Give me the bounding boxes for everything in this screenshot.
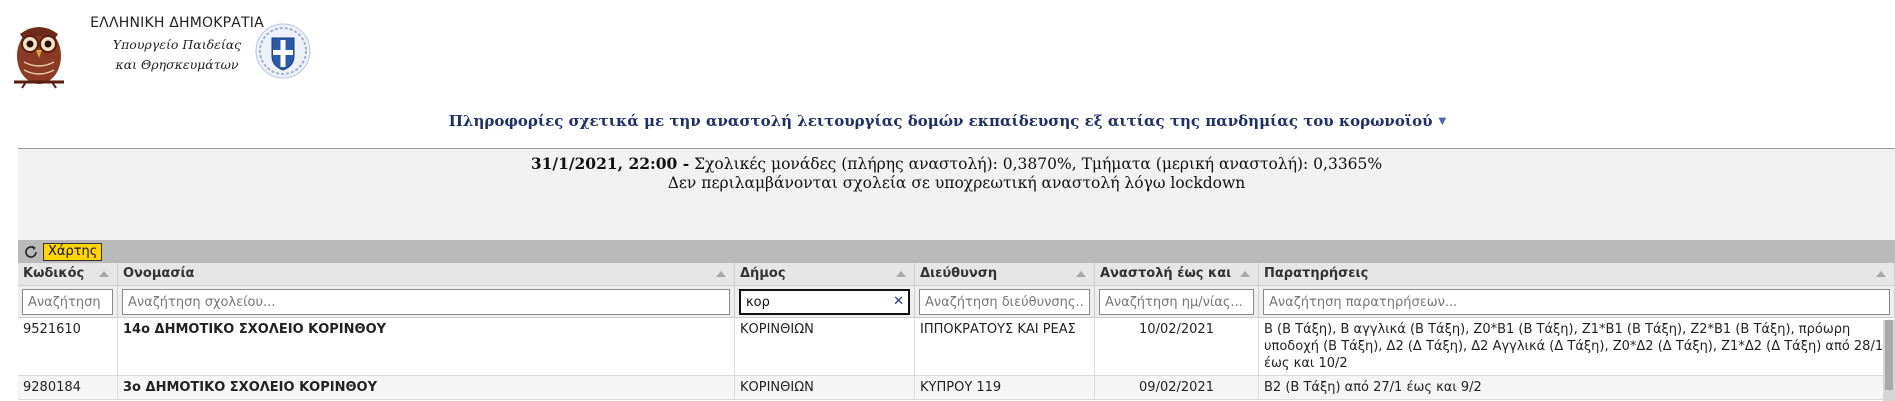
map-button[interactable]: Χάρτης [43, 242, 103, 261]
info-note: Δεν περιλαμβάνονται σχολεία σε υποχρεωτι… [667, 174, 1246, 192]
table-row[interactable]: 9521610 14ο ΔΗΜΟΤΙΚΟ ΣΧΟΛΕΙΟ ΚΟΡΙΝΘΟΥ ΚΟ… [18, 318, 1895, 376]
cell-code: 9521610 [18, 318, 118, 375]
cell-municipality: ΚΟΡΙΝΘΙΩΝ [735, 318, 915, 375]
column-header-label: Παρατηρήσεις [1264, 266, 1369, 281]
vertical-scrollbar[interactable] [1883, 320, 1895, 401]
cell-notes: Β2 (Β Τάξη) από 27/1 έως και 9/2 [1259, 376, 1895, 399]
column-header-label: Διεύθυνση [920, 266, 998, 281]
filter-municipality-input[interactable] [739, 289, 910, 315]
filter-name-input[interactable] [122, 289, 730, 315]
government-title: ΕΛΛΗΝΙΚΗ ΔΗΜΟΚΡΑΤΙΑ [90, 15, 264, 31]
filter-cell [18, 286, 118, 317]
filter-cell [1259, 286, 1895, 317]
clear-filter-icon[interactable]: ✕ [893, 294, 904, 309]
cell-notes: Β (Β Τάξη), Β αγγλικά (Β Τάξη), Ζ0*Β1 (Β… [1259, 318, 1895, 375]
column-header-notes[interactable]: Παρατηρήσεις [1259, 263, 1895, 285]
refresh-icon[interactable] [22, 243, 40, 261]
coat-of-arms-icon [255, 23, 311, 79]
cell-address: ΙΠΠΟΚΡΑΤΟΥΣ ΚΑΙ ΡΕΑΣ [915, 318, 1095, 375]
info-summary: 31/1/2021, 22:00 - Σχολικές μονάδες (πλή… [18, 154, 1895, 173]
cell-until: 09/02/2021 [1095, 376, 1259, 399]
ministry-logo: ΕΛΛΗΝΙΚΗ ΔΗΜΟΚΡΑΤΙΑ Υπουργείο Παιδείας κ… [8, 10, 318, 90]
grid-header-row: Κωδικός Ονομασία Δήμος Διεύθυνση Αναστολ… [18, 263, 1895, 286]
filter-cell [1095, 286, 1259, 317]
column-header-until[interactable]: Αναστολή έως και [1095, 263, 1259, 285]
owl-logo-icon [14, 27, 64, 89]
filter-cell [118, 286, 735, 317]
cell-name: 3ο ΔΗΜΟΤΙΚΟ ΣΧΟΛΕΙΟ ΚΟΡΙΝΘΟΥ [118, 376, 735, 399]
column-header-label: Ονομασία [123, 266, 195, 281]
info-date: 31/1/2021, 22:00 - [530, 154, 690, 173]
sort-icon[interactable] [1876, 271, 1886, 277]
column-header-code[interactable]: Κωδικός [18, 263, 118, 285]
sort-icon[interactable] [896, 271, 906, 277]
ministry-name: Υπουργείο Παιδείας και Θρησκευμάτων [82, 35, 272, 75]
government-text: ΕΛΛΗΝΙΚΗ ΔΗΜΟΚΡΑΤΙΑ Υπουργείο Παιδείας κ… [82, 15, 272, 75]
filter-notes-input[interactable] [1263, 289, 1890, 315]
filter-code-input[interactable] [22, 289, 113, 315]
filter-cell: ✕ [735, 286, 915, 317]
cell-code: 9280184 [18, 376, 118, 399]
cell-municipality: ΚΟΡΙΝΘΙΩΝ [735, 376, 915, 399]
column-header-municipality[interactable]: Δήμος [735, 263, 915, 285]
cell-until: 10/02/2021 [1095, 318, 1259, 375]
sort-icon[interactable] [1240, 271, 1250, 277]
column-header-label: Κωδικός [23, 266, 85, 281]
filter-address-input[interactable] [919, 289, 1090, 315]
schools-grid: Κωδικός Ονομασία Δήμος Διεύθυνση Αναστολ… [18, 263, 1895, 400]
column-header-name[interactable]: Ονομασία [118, 263, 735, 285]
info-summary-text: Σχολικές μονάδες (πλήρης αναστολή): 0,38… [689, 155, 1383, 173]
cell-name: 14ο ΔΗΜΟΤΙΚΟ ΣΧΟΛΕΙΟ ΚΟΡΙΝΘΟΥ [118, 318, 735, 375]
chevron-down-icon[interactable]: ▼ [1439, 116, 1447, 127]
column-header-address[interactable]: Διεύθυνση [915, 263, 1095, 285]
filter-date-input[interactable] [1099, 289, 1254, 315]
column-header-label: Αναστολή έως και [1100, 266, 1232, 281]
column-header-label: Δήμος [740, 266, 786, 281]
sort-icon[interactable] [99, 271, 109, 277]
page-title: Πληροφορίες σχετικά με την αναστολή λειτ… [0, 112, 1895, 130]
filter-row: ✕ [18, 286, 1895, 318]
sort-icon[interactable] [1076, 271, 1086, 277]
ministry-line-1: Υπουργείο Παιδείας [112, 37, 242, 52]
grid-toolbar: Χάρτης [18, 240, 1895, 263]
info-panel: 31/1/2021, 22:00 - Σχολικές μονάδες (πλή… [18, 148, 1895, 240]
scrollbar-thumb[interactable] [1885, 320, 1893, 390]
filter-cell [915, 286, 1095, 317]
cell-address: ΚΥΠΡΟΥ 119 [915, 376, 1095, 399]
ministry-line-2: και Θρησκευμάτων [115, 57, 239, 72]
page-title-text: Πληροφορίες σχετικά με την αναστολή λειτ… [448, 112, 1433, 130]
sort-icon[interactable] [716, 271, 726, 277]
table-row[interactable]: 9280184 3ο ΔΗΜΟΤΙΚΟ ΣΧΟΛΕΙΟ ΚΟΡΙΝΘΟΥ ΚΟΡ… [18, 376, 1895, 400]
